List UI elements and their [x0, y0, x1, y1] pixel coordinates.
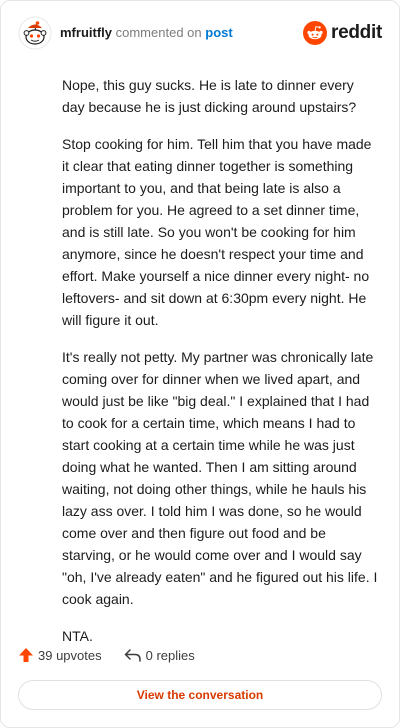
upvote-arrow-icon [19, 648, 33, 662]
replies-count: 0 replies [145, 647, 195, 663]
comment-paragraph: Nope, this guy sucks. He is late to dinn… [62, 77, 357, 115]
reddit-logo-icon [303, 21, 328, 45]
upvotes-stat[interactable]: 39 upvotes [18, 647, 102, 663]
snoo-avatar-icon[interactable] [18, 16, 52, 50]
action-text: commented on [115, 25, 202, 40]
reddit-brand[interactable]: reddit [303, 21, 382, 45]
replies-stat[interactable]: 0 replies [124, 647, 195, 663]
comment-paragraph: Stop cooking for him. Tell him that you … [62, 136, 372, 328]
comment-body: Nope, this guy sucks. He is late to dinn… [62, 74, 378, 662]
reddit-wordmark: reddit [331, 22, 382, 43]
comment-header: mfruitfly commented on post reddit [18, 16, 382, 50]
view-conversation-button[interactable]: View the conversation [18, 680, 382, 710]
post-link[interactable]: post [205, 25, 232, 40]
upvotes-count: 39 upvotes [38, 647, 102, 663]
comment-paragraph: It's really not petty. My partner was ch… [62, 349, 378, 607]
reply-arrow-icon [124, 649, 141, 662]
comment-stats: 39 upvotes 0 replies [18, 644, 217, 666]
comment-meta: mfruitfly commented on post [60, 25, 233, 41]
username-link[interactable]: mfruitfly [60, 25, 112, 40]
